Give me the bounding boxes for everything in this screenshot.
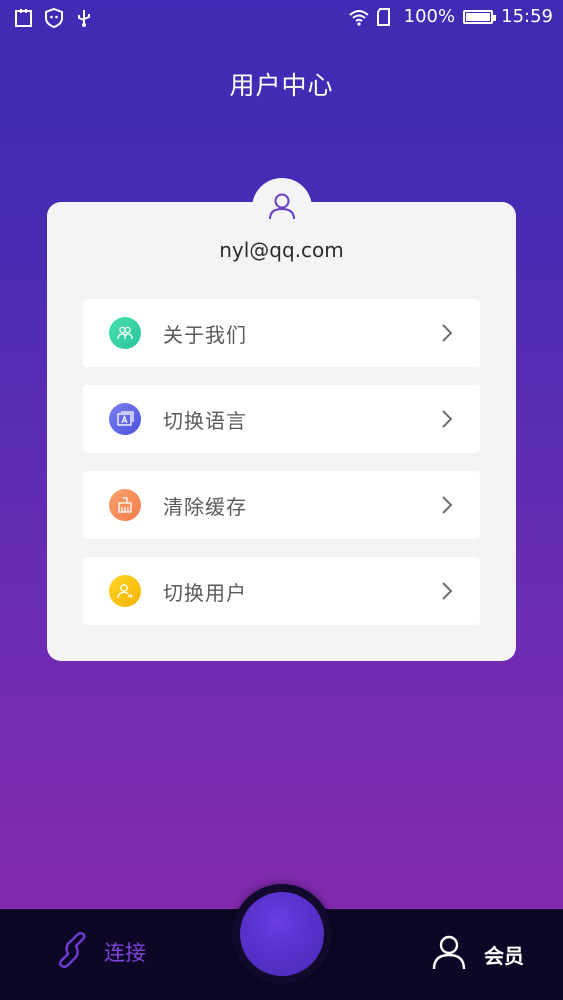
- chevron-right-icon: [432, 576, 462, 606]
- user-icon: [432, 934, 466, 974]
- link-icon: [54, 932, 90, 972]
- clock: 15:59: [501, 6, 553, 27]
- chevron-right-icon: [432, 318, 462, 348]
- sim-icon: [376, 7, 396, 27]
- shield-icon: [44, 7, 64, 29]
- menu-item-label: 关于我们: [163, 322, 247, 347]
- status-bar: 100% 15:59: [0, 0, 563, 38]
- battery-percent: 100%: [403, 6, 456, 27]
- usb-icon: [74, 8, 94, 28]
- center-action-button[interactable]: [240, 892, 324, 976]
- user-switch-icon: [109, 575, 141, 607]
- battery-icon: [463, 9, 497, 24]
- menu-item-switch-user[interactable]: 切换用户: [83, 557, 480, 625]
- user-icon: [267, 191, 297, 225]
- nav-tab-member[interactable]: 会员: [432, 934, 524, 974]
- user-email: nyl@qq.com: [219, 238, 344, 262]
- page-title: 用户中心: [229, 71, 334, 100]
- menu-item-about-us[interactable]: 关于我们: [83, 299, 480, 367]
- nav-tab-label: 会员: [484, 943, 524, 968]
- wifi-icon: [348, 7, 369, 27]
- language-icon: [109, 403, 141, 435]
- menu-item-switch-language[interactable]: 切换语言: [83, 385, 480, 453]
- broom-icon: [109, 489, 141, 521]
- menu-item-label: 清除缓存: [163, 494, 247, 519]
- menu-item-label: 切换用户: [163, 580, 247, 605]
- nav-tab-label: 连接: [104, 941, 146, 965]
- calendar-icon: [14, 8, 34, 28]
- nav-tab-connect[interactable]: 连接: [54, 932, 146, 972]
- menu-item-label: 切换语言: [163, 408, 247, 433]
- avatar[interactable]: [252, 178, 312, 238]
- users-icon: [109, 317, 141, 349]
- chevron-right-icon: [432, 404, 462, 434]
- menu-item-clear-cache[interactable]: 清除缓存: [83, 471, 480, 539]
- chevron-right-icon: [432, 490, 462, 520]
